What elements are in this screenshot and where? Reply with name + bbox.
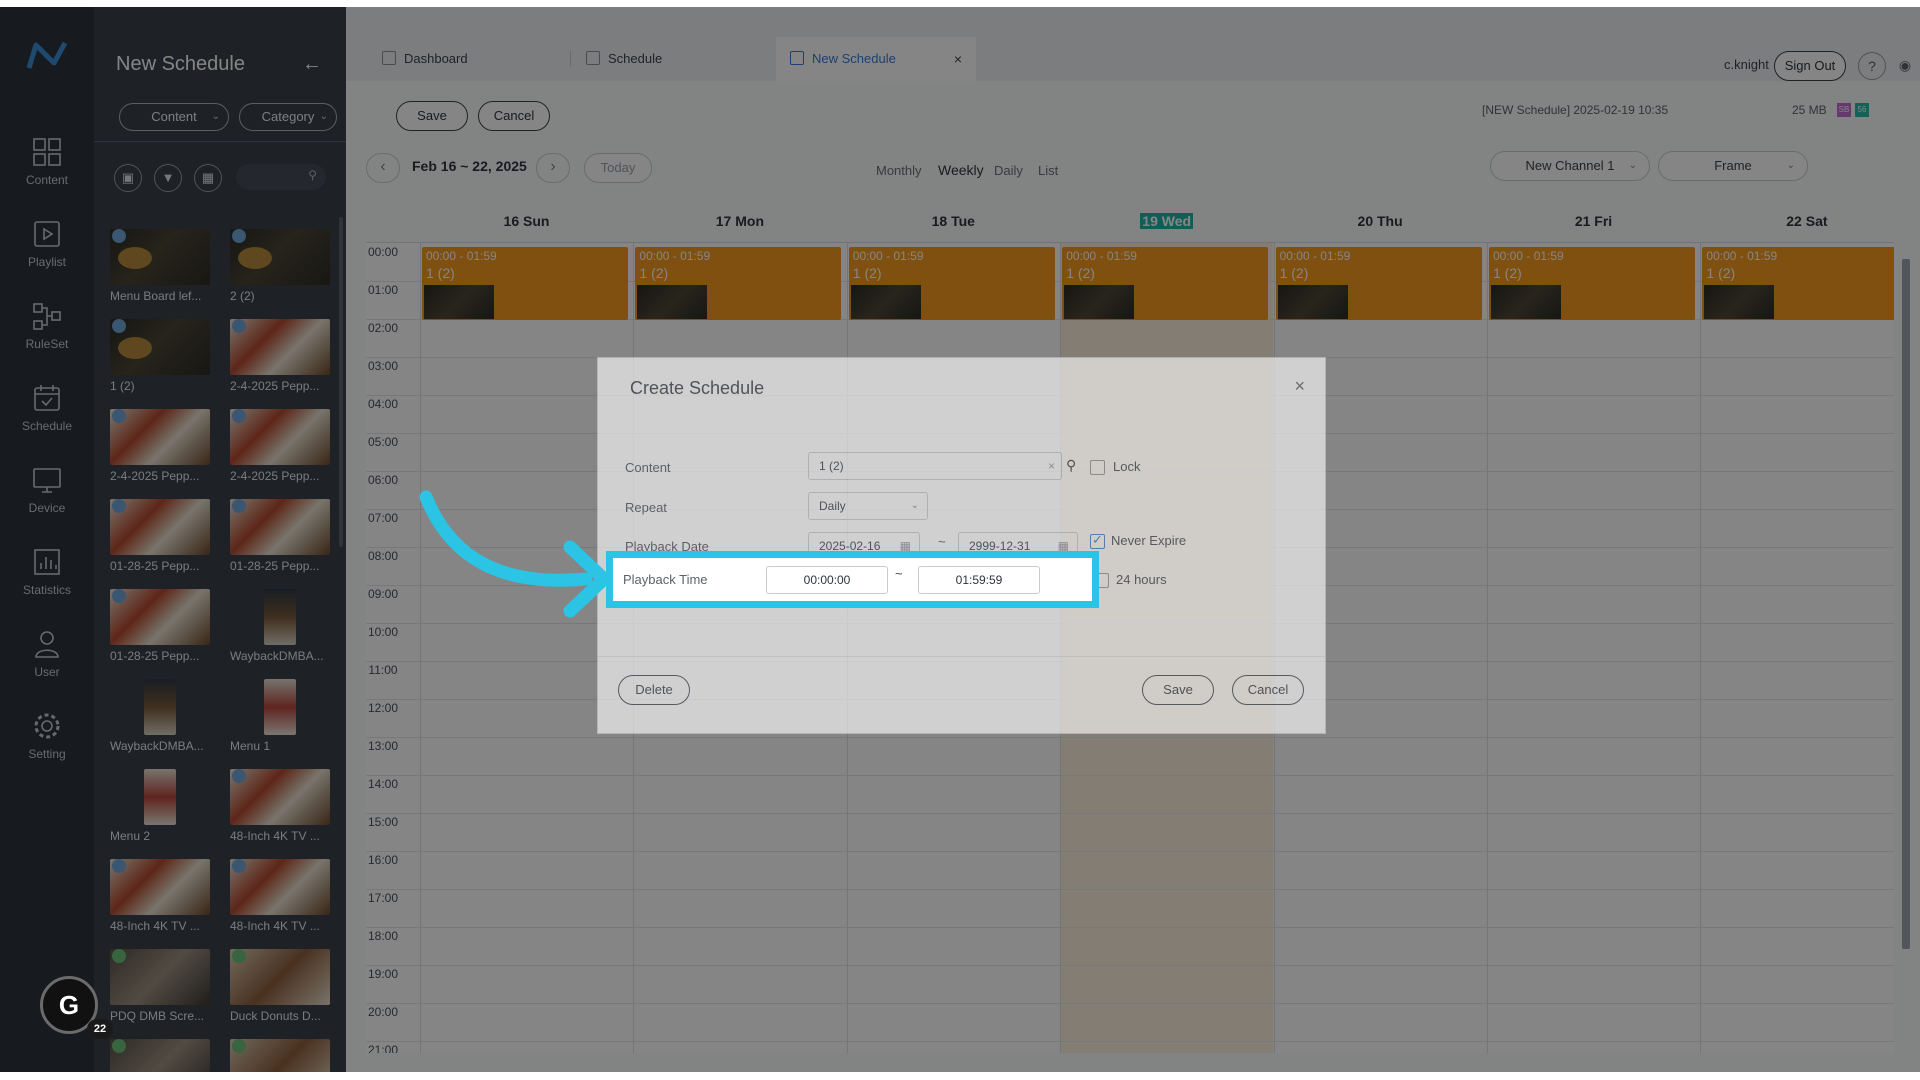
end-time-value: 01:59:59 [955, 573, 1003, 587]
notification-count-badge: 22 [87, 1019, 113, 1039]
start-time-field[interactable]: 00:00:00 [766, 566, 888, 594]
pointer-arrow-icon [419, 490, 611, 618]
dialog-footer-divider [598, 656, 1325, 657]
playback-time-label: Playback Time [623, 572, 708, 587]
clear-icon[interactable]: × [1048, 453, 1055, 479]
repeat-label: Repeat [625, 500, 667, 515]
search-icon[interactable]: ⚲ [1066, 457, 1076, 474]
chevron-down-icon: ⌄ [910, 500, 919, 511]
delete-button[interactable]: Delete [618, 675, 690, 705]
create-schedule-dialog: Create Schedule × Content 1 (2) × ⚲ Lock… [597, 357, 1326, 734]
lock-label: Lock [1113, 459, 1141, 474]
playback-time-highlight: Playback Time 00:00:00 ~ 01:59:59 [606, 551, 1099, 608]
date-range-separator: ~ [938, 534, 946, 549]
24-hours-label: 24 hours [1116, 572, 1167, 587]
end-time-field[interactable]: 01:59:59 [918, 566, 1040, 594]
lock-checkbox[interactable] [1090, 460, 1105, 475]
never-expire-checkbox[interactable] [1090, 532, 1105, 549]
repeat-select[interactable]: Daily ⌄ [808, 492, 928, 520]
grammarly-icon: G [58, 990, 80, 1020]
app-window: Content Playlist RuleSet Schedule Device Stat… [0, 7, 1920, 1072]
grammarly-button[interactable]: G 22 [40, 976, 113, 1039]
repeat-value: Daily [819, 499, 846, 513]
dialog-save-button[interactable]: Save [1142, 675, 1214, 705]
time-range-separator: ~ [895, 566, 903, 581]
content-label: Content [625, 460, 671, 475]
start-time-value: 00:00:00 [803, 573, 851, 587]
content-value: 1 (2) [819, 459, 844, 473]
content-field[interactable]: 1 (2) × [808, 452, 1062, 480]
close-icon[interactable]: × [1294, 376, 1305, 397]
dialog-title: Create Schedule [630, 378, 765, 398]
never-expire-label: Never Expire [1111, 533, 1187, 548]
dialog-cancel-button[interactable]: Cancel [1232, 675, 1304, 705]
